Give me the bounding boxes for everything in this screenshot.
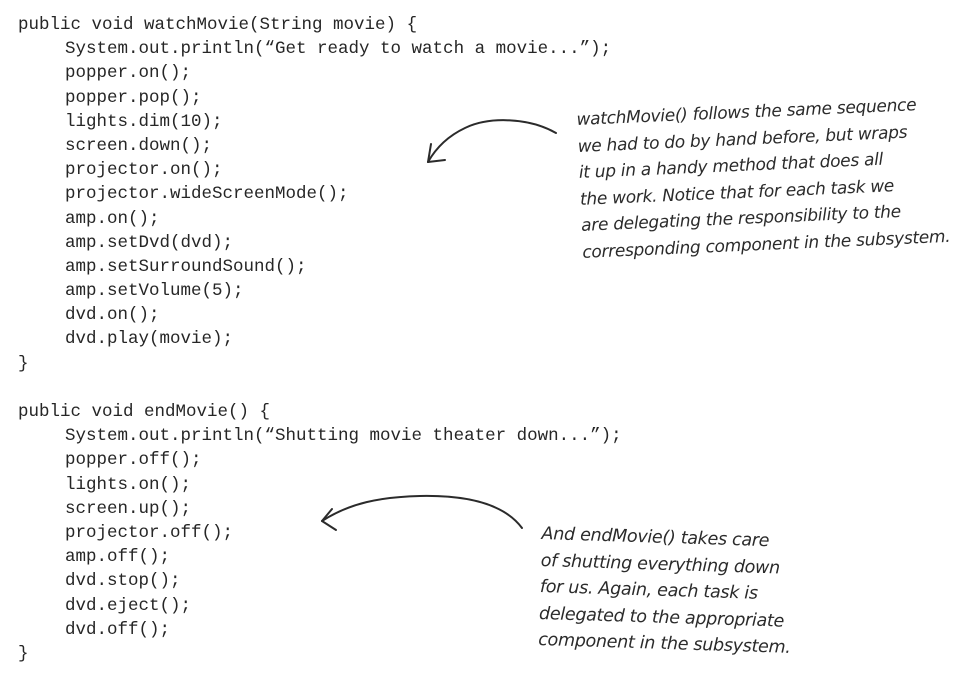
code-line: amp.setSurroundSound(); [65,256,307,277]
code-line: dvd.eject(); [65,595,192,616]
code-line: popper.on(); [65,63,192,84]
watch-movie-code-block: public void watchMovie(String movie) { Sy… [18,13,611,376]
code-line: lights.dim(10); [65,111,223,132]
code-line: System.out.println(“Get ready to watch a… [65,39,612,60]
code-line: projector.on(); [65,160,223,181]
code-line: projector.wideScreenMode(); [65,184,349,205]
watch-movie-signature: public void watchMovie(String movie) { [18,15,418,35]
code-line: amp.on(); [65,208,160,229]
code-line: amp.setDvd(dvd); [65,232,234,253]
code-line: dvd.stop(); [65,571,181,592]
end-movie-signature: public void endMovie() { [18,402,271,422]
code-line: screen.up(); [65,498,192,519]
code-line: dvd.on(); [65,305,160,326]
code-line: amp.off(); [65,547,171,568]
watch-movie-annotation: watchMovie() follows the same sequence w… [576,91,951,266]
code-line: dvd.off(); [65,619,171,640]
code-line: popper.off(); [65,450,202,471]
end-movie-closing-brace: } [18,643,29,664]
watch-movie-closing-brace: } [18,353,29,374]
code-line: popper.pop(); [65,87,202,108]
code-line: dvd.play(movie); [65,329,234,350]
code-line: lights.on(); [65,474,192,495]
code-line: System.out.println(“Shutting movie theat… [65,426,622,447]
end-movie-code-block: public void endMovie() { System.out.print… [18,400,622,666]
end-movie-annotation: And endMovie() takes care of shutting ev… [538,521,794,661]
code-line: amp.setVolume(5); [65,281,244,302]
code-line: projector.off(); [65,522,234,543]
code-line: screen.down(); [65,135,213,156]
